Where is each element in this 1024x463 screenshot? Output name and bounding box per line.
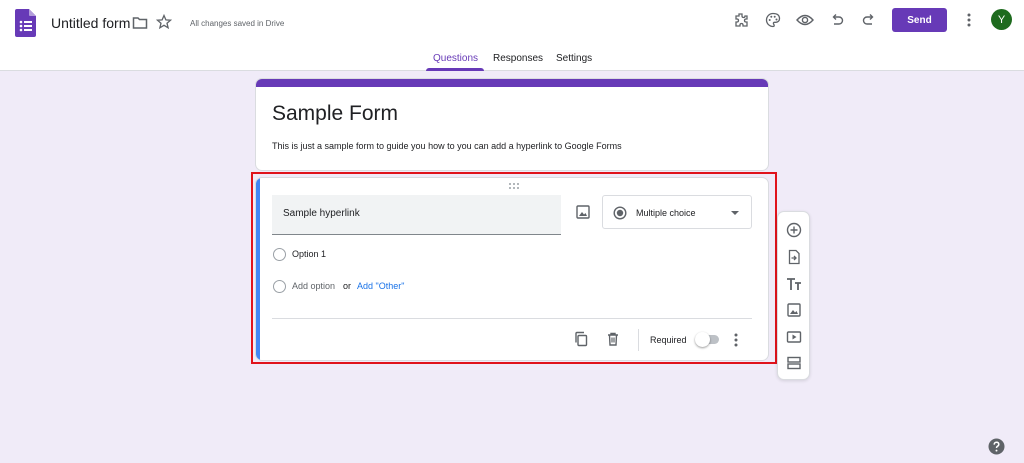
add-image-icon[interactable] [575,204,591,220]
question-more-options-icon[interactable] [729,332,743,348]
question-type-dropdown[interactable]: Multiple choice [602,195,752,229]
preview-icon[interactable] [796,11,814,29]
toggle-knob [695,332,710,347]
add-section-icon[interactable] [786,355,802,371]
option-radio [273,248,286,261]
dropdown-caret-icon [731,211,739,215]
add-question-icon[interactable] [786,222,802,238]
form-heading[interactable]: Sample Form [272,102,398,126]
tab-responses[interactable]: Responses [493,53,543,64]
or-text: or [343,281,352,291]
radio-checked-icon [613,206,627,220]
redo-icon[interactable] [860,11,878,29]
form-title-card[interactable]: Sample Form This is just a sample form t… [255,78,769,171]
help-icon[interactable] [988,438,1005,455]
more-vert-icon[interactable] [960,11,978,29]
active-tab-indicator [426,68,484,71]
tab-bar: Questions Responses Settings [0,46,1024,71]
send-button[interactable]: Send [892,8,947,32]
form-description[interactable]: This is just a sample form to guide you … [272,141,622,151]
form-title[interactable]: Untitled form [51,15,130,31]
question-type-label: Multiple choice [636,208,696,218]
top-header: Untitled form All changes saved in Drive… [0,0,1024,71]
tab-questions[interactable]: Questions [433,53,478,64]
delete-icon[interactable] [605,331,621,347]
question-focus-bar [256,178,260,360]
duplicate-icon[interactable] [573,331,589,347]
add-other-link[interactable]: Add "Other" [357,281,404,291]
folder-icon[interactable] [132,15,148,31]
drag-handle-icon[interactable] [507,182,521,190]
add-option-radio [273,280,286,293]
tab-settings[interactable]: Settings [556,53,592,64]
star-icon[interactable] [156,14,172,30]
required-label: Required [650,335,687,345]
add-video-icon[interactable] [786,329,802,345]
required-toggle[interactable] [695,332,719,347]
palette-icon[interactable] [764,11,782,29]
forms-app-icon[interactable] [15,9,36,37]
addon-icon[interactable] [732,11,750,29]
question-footer-divider [272,318,752,319]
side-toolbar [777,211,810,380]
footer-vertical-divider [638,329,639,351]
question-card[interactable]: Sample hyperlink Multiple choice Option … [255,177,769,361]
option-1-label[interactable]: Option 1 [292,249,326,259]
form-theme-bar [256,79,768,87]
add-image-icon[interactable] [786,302,802,318]
question-title-input[interactable]: Sample hyperlink [272,195,561,235]
add-title-icon[interactable] [786,276,802,292]
import-questions-icon[interactable] [786,249,802,265]
add-option-link[interactable]: Add option [292,281,335,291]
save-status: All changes saved in Drive [190,19,285,28]
undo-icon[interactable] [828,11,846,29]
avatar[interactable]: Y [991,9,1012,30]
